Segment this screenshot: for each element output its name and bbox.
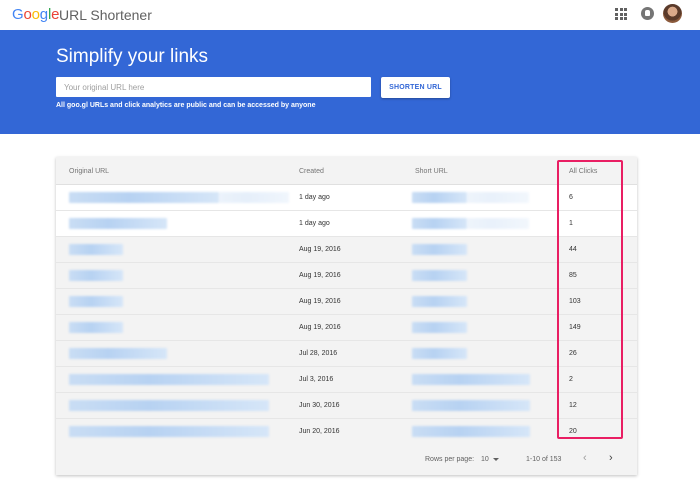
redacted-original-url[interactable]: [69, 426, 269, 437]
clicks-cell[interactable]: 2: [569, 376, 573, 383]
redacted-original-url[interactable]: [69, 192, 219, 203]
created-cell: 1 day ago: [299, 194, 330, 201]
table-row[interactable]: Jun 30, 2016 12: [56, 393, 637, 419]
redacted-short-url[interactable]: [412, 296, 467, 307]
created-cell: Aug 19, 2016: [299, 298, 341, 305]
created-cell: Aug 19, 2016: [299, 324, 341, 331]
public-notice: All goo.gl URLs and click analytics are …: [56, 102, 316, 109]
redacted-short-url[interactable]: [412, 218, 467, 229]
clicks-cell[interactable]: 103: [569, 298, 581, 305]
redacted-original-url-tail: [219, 192, 289, 203]
redacted-short-url[interactable]: [412, 270, 467, 281]
column-original-url[interactable]: Original URL: [69, 168, 109, 175]
logo-letter: G: [12, 6, 24, 23]
clicks-cell[interactable]: 26: [569, 350, 577, 357]
redacted-short-url[interactable]: [412, 322, 467, 333]
column-short-url[interactable]: Short URL: [415, 168, 448, 175]
table-row[interactable]: Jul 3, 2016 2: [56, 367, 637, 393]
logo-letter: e: [51, 6, 60, 23]
hero-banner: Simplify your links SHORTEN URL All goo.…: [0, 30, 700, 134]
chevron-left-icon[interactable]: ‹: [583, 452, 587, 464]
clicks-cell[interactable]: 44: [569, 246, 577, 253]
table-row[interactable]: Aug 19, 2016 149: [56, 315, 637, 341]
table-row[interactable]: Aug 19, 2016 85: [56, 263, 637, 289]
table-row[interactable]: Jul 28, 2016 26: [56, 341, 637, 367]
redacted-original-url[interactable]: [69, 218, 167, 229]
created-cell: Jul 3, 2016: [299, 376, 334, 383]
clicks-cell[interactable]: 1: [569, 220, 573, 227]
logo-letter: o: [31, 6, 40, 23]
redacted-original-url[interactable]: [69, 374, 269, 385]
redacted-short-url[interactable]: [412, 244, 467, 255]
logo-letter: o: [23, 6, 32, 23]
redacted-original-url[interactable]: [69, 400, 269, 411]
clicks-cell[interactable]: 149: [569, 324, 581, 331]
table-row[interactable]: 1 day ago 1: [56, 211, 637, 237]
notifications-icon[interactable]: [641, 7, 654, 20]
redacted-short-url[interactable]: [412, 348, 467, 359]
rows-per-page-select[interactable]: 10: [481, 456, 499, 463]
clicks-cell[interactable]: 6: [569, 194, 573, 201]
column-all-clicks[interactable]: All Clicks: [569, 168, 597, 175]
table-row[interactable]: 1 day ago 6: [56, 185, 637, 211]
redacted-original-url[interactable]: [69, 296, 123, 307]
table-row[interactable]: Aug 19, 2016 103: [56, 289, 637, 315]
redacted-short-url[interactable]: [412, 426, 530, 437]
created-cell: Jul 28, 2016: [299, 350, 338, 357]
apps-grid-icon[interactable]: [615, 8, 627, 20]
urls-table-card: Original URL Created Short URL All Click…: [56, 157, 637, 475]
chevron-right-icon[interactable]: ›: [609, 452, 613, 464]
redacted-original-url[interactable]: [69, 270, 123, 281]
original-url-input[interactable]: [56, 77, 371, 97]
clicks-cell[interactable]: 20: [569, 428, 577, 435]
top-bar: Google URL Shortener: [0, 0, 700, 30]
column-created[interactable]: Created: [299, 168, 324, 175]
redacted-short-url[interactable]: [412, 400, 530, 411]
dropdown-caret-icon: [492, 457, 499, 461]
rows-per-page-label: Rows per page:: [425, 456, 475, 463]
table-row[interactable]: Jun 20, 2016 20: [56, 419, 637, 445]
created-cell: Aug 19, 2016: [299, 272, 341, 279]
created-cell: Jun 20, 2016: [299, 428, 340, 435]
redacted-short-url[interactable]: [412, 192, 467, 203]
hero-title: Simplify your links: [56, 46, 209, 67]
redacted-short-url-tail: [467, 192, 529, 203]
redacted-short-url[interactable]: [412, 374, 530, 385]
logo-letter: g: [39, 6, 48, 23]
avatar[interactable]: [663, 4, 682, 23]
rows-per-page-value: 10: [481, 456, 489, 463]
created-cell: Jun 30, 2016: [299, 402, 340, 409]
pagination-range: 1-10 of 153: [526, 456, 562, 463]
created-cell: Aug 19, 2016: [299, 246, 341, 253]
created-cell: 1 day ago: [299, 220, 330, 227]
redacted-original-url[interactable]: [69, 348, 167, 359]
google-logo[interactable]: Google: [12, 6, 59, 23]
shorten-url-button[interactable]: SHORTEN URL: [381, 77, 450, 98]
clicks-cell[interactable]: 12: [569, 402, 577, 409]
redacted-original-url[interactable]: [69, 322, 123, 333]
redacted-original-url[interactable]: [69, 244, 123, 255]
product-name: URL Shortener: [59, 7, 152, 23]
table-row[interactable]: Aug 19, 2016 44: [56, 237, 637, 263]
clicks-cell[interactable]: 85: [569, 272, 577, 279]
table-header: Original URL Created Short URL All Click…: [56, 157, 637, 185]
redacted-short-url-tail: [467, 218, 529, 229]
table-footer: Rows per page: 10 1-10 of 153 ‹ ›: [56, 444, 637, 475]
